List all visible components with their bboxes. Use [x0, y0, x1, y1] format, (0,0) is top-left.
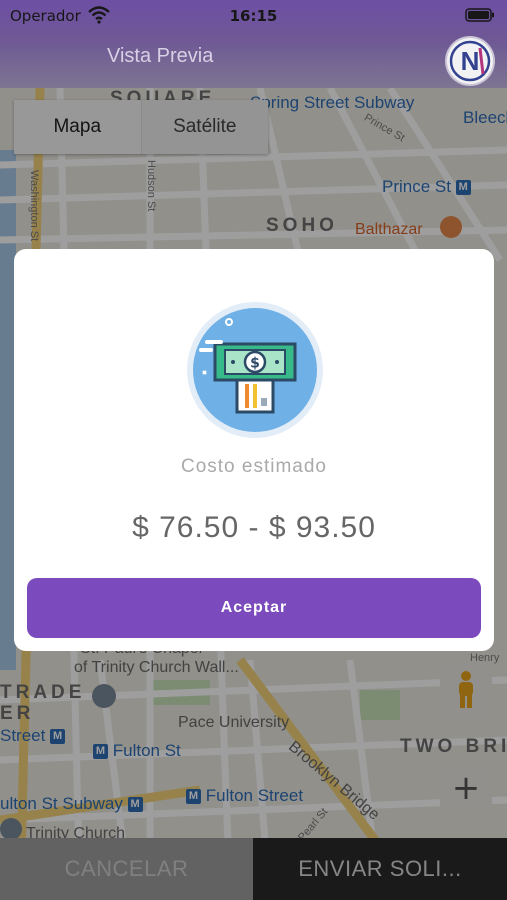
page-title: Vista Previa	[107, 45, 214, 67]
accept-button[interactable]: Aceptar	[27, 578, 481, 638]
estimated-cost-dialog: $ Costo estimado $ 76.50 - $ 93.50 Acept…	[14, 249, 494, 651]
app-header: Operador 16:15 Vista Previa N	[0, 0, 507, 88]
money-icon: $	[187, 302, 323, 438]
battery-icon	[465, 8, 494, 22]
cost-label: Costo estimado	[180, 456, 327, 477]
cost-range: $ 76.50 - $ 93.50	[132, 511, 376, 544]
app-logo: N	[447, 38, 493, 84]
dollar-sign: $	[250, 356, 260, 372]
status-time: 16:15	[229, 7, 278, 25]
logo-icon: N	[449, 40, 491, 82]
logo-letter: N	[461, 46, 480, 76]
